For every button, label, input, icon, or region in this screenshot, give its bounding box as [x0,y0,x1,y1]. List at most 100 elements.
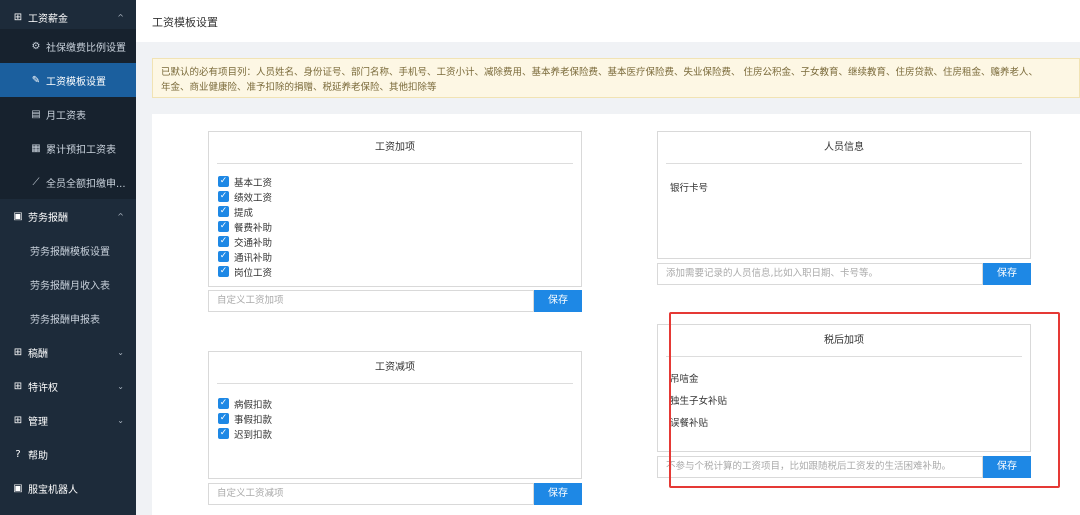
question-icon: ? [15,448,21,460]
sidebar-item-label: 工资模板设置 [46,76,106,88]
sidebar-group-label: 管理 [28,416,48,428]
sidebar-group-label: 特许权 [28,382,58,394]
sidebar-item-full-withholding[interactable]: ⟋ 全员全额扣缴申... [0,165,136,199]
sidebar-item-social-insurance[interactable]: ⚙ 社保缴费比例设置 [0,29,136,63]
check-icon: ✓ [218,398,229,409]
sidebar-group-label: 服宝机器人 [28,484,78,496]
checkbox-item[interactable]: ✓ 事假扣款 [218,411,272,426]
sidebar-item-label: 全员全额扣缴申... [46,178,126,190]
checkbox-item[interactable]: ✓ 提成 [218,204,272,219]
sidebar-item-label: 劳务报酬月收入表 [30,280,110,292]
grid-icon: ⊞ [13,346,23,358]
salary-add-save-button[interactable]: 保存 [534,290,582,312]
salary-add-list: ✓ 基本工资 ✓ 绩效工资 ✓ 提成 ✓ 餐费补助 ✓ 交通补助 ✓ 通讯补助 ✓ 岗位工资 [218,174,272,279]
page-header: 工资模板设置 [136,0,1080,42]
checkbox-item[interactable]: ✓ 交通补助 [218,234,272,249]
sidebar: ⊞ 工资薪金 ^ ⚙ 社保缴费比例设置 ✎ 工资模板设置 ▤ 月工资表 ▦ 累计… [0,0,136,515]
salary-deduct-list: ✓ 病假扣款 ✓ 事假扣款 ✓ 迟到扣款 [218,396,272,441]
person-info-input[interactable]: 添加需要记录的人员信息,比如入职日期、卡号等。 [657,263,983,285]
sidebar-group-manage[interactable]: ⊞ 管理 ⌄ [0,403,136,437]
sidebar-group-label: 帮助 [28,450,48,462]
salary-deduct-input[interactable]: 自定义工资减项 [208,483,534,505]
checkbox-label: 绩效工资 [234,192,273,204]
sidebar-item-label: 劳务报酬申报表 [30,314,100,326]
person-info-list: 银行卡号 [670,180,708,194]
check-icon: ✓ [218,236,229,247]
main-area: 工资模板设置 已默认的必有项目列：人员姓名、身份证号、部门名称、手机号、工资小计… [136,0,1080,515]
check-icon: ✓ [218,176,229,187]
sidebar-item-monthly-salary[interactable]: ▤ 月工资表 [0,97,136,131]
grid-icon: ⊞ [13,414,23,426]
sidebar-item-cumulative-salary[interactable]: ▦ 累计预扣工资表 [0,131,136,165]
checkbox-label: 事假扣款 [234,414,273,426]
salary-deduct-panel: 工资减项 ✓ 病假扣款 ✓ 事假扣款 ✓ 迟到扣款 [208,351,582,479]
bar-chart-icon: ▤ [31,108,41,120]
panel-title: 工资加项 [217,132,573,164]
checkbox-label: 迟到扣款 [234,429,273,441]
check-icon: ✓ [218,206,229,217]
doc-icon: ▣ [13,210,23,222]
checkbox-label: 通讯补助 [234,252,273,264]
checkbox-item[interactable]: ✓ 病假扣款 [218,396,272,411]
sidebar-group-label: 稿酬 [28,348,48,360]
check-icon: ✓ [218,428,229,439]
check-icon: ✓ [218,191,229,202]
checkbox-label: 交通补助 [234,237,273,249]
chevron-up-icon: ^ [117,12,124,22]
sidebar-group-label: 工资薪金 [28,13,68,25]
sidebar-group-franchise[interactable]: ⊞ 特许权 ⌄ [0,369,136,403]
notice-text-line1: 已默认的必有项目列：人员姓名、身份证号、部门名称、手机号、工资小计、减除费用、基… [161,67,1039,78]
robot-icon: ▣ [13,482,23,494]
check-icon: ✓ [218,251,229,262]
chevron-down-icon: ⌄ [117,347,124,357]
checkbox-item[interactable]: ✓ 岗位工资 [218,264,272,279]
chevron-down-icon: ⌄ [117,415,124,425]
checkbox-item[interactable]: ✓ 餐费补助 [218,219,272,234]
checkbox-item[interactable]: ✓ 基本工资 [218,174,272,189]
person-info-save-button[interactable]: 保存 [983,263,1031,285]
chevron-up-icon: ^ [117,211,124,221]
checkbox-item[interactable]: ✓ 迟到扣款 [218,426,272,441]
sidebar-item-robot[interactable]: ▣ 服宝机器人 [0,471,136,505]
sidebar-item-label: 社保缴费比例设置 [46,42,126,54]
edit-icon: ✎ [31,74,41,86]
chevron-down-icon: ⌄ [117,381,124,391]
sidebar-item-help[interactable]: ? 帮助 [0,437,136,471]
sidebar-item-labor-template[interactable]: 劳务报酬模板设置 [0,233,136,267]
check-icon: ✓ [218,266,229,277]
person-info-input-row: 添加需要记录的人员信息,比如入职日期、卡号等。 保存 [657,263,1031,285]
sidebar-item-label: 累计预扣工资表 [46,144,116,156]
checkbox-item[interactable]: ✓ 绩效工资 [218,189,272,204]
grid-icon: ⊞ [13,11,23,23]
checkbox-label: 提成 [234,207,254,219]
sidebar-item-label: 月工资表 [46,110,86,122]
checkbox-label: 病假扣款 [234,399,273,411]
sidebar-item-salary-template[interactable]: ✎ 工资模板设置 [0,63,136,97]
notice-banner: 已默认的必有项目列：人员姓名、身份证号、部门名称、手机号、工资小计、减除费用、基… [152,58,1080,98]
table-icon: ▦ [31,142,41,154]
checkbox-label: 岗位工资 [234,267,273,279]
page-title: 工资模板设置 [152,16,218,29]
sidebar-item-label: 劳务报酬模板设置 [30,246,110,258]
person-info-panel: 人员信息 银行卡号 [657,131,1031,259]
gear-icon: ⚙ [31,40,41,52]
salary-add-input-row: 自定义工资加项 保存 [208,290,582,312]
notice-text-line2: 年金、商业健康险、准予扣除的捐赠、税延养老保险、其他扣除等 [161,82,437,93]
content-card: 工资加项 ✓ 基本工资 ✓ 绩效工资 ✓ 提成 ✓ 餐费补助 ✓ 交通补助 ✓ 通讯补助 ✓… [152,114,1080,515]
checkbox-label: 餐费补助 [234,222,273,234]
sidebar-group-labor[interactable]: ▣ 劳务报酬 ^ [0,199,136,233]
sidebar-item-labor-report[interactable]: 劳务报酬申报表 [0,301,136,335]
sidebar-group-royalty[interactable]: ⊞ 稿酬 ⌄ [0,335,136,369]
salary-add-panel: 工资加项 ✓ 基本工资 ✓ 绩效工资 ✓ 提成 ✓ 餐费补助 ✓ 交通补助 ✓ 通讯补助 ✓… [208,131,582,287]
trend-icon: ⟋ [32,176,40,188]
sidebar-item-labor-monthly[interactable]: 劳务报酬月收入表 [0,267,136,301]
salary-deduct-input-row: 自定义工资减项 保存 [208,483,582,505]
checkbox-item[interactable]: ✓ 通讯补助 [218,249,272,264]
grid-icon: ⊞ [13,380,23,392]
list-item: 银行卡号 [670,183,709,194]
check-icon: ✓ [218,221,229,232]
salary-add-input[interactable]: 自定义工资加项 [208,290,534,312]
highlight-box [669,312,1060,488]
salary-deduct-save-button[interactable]: 保存 [534,483,582,505]
check-icon: ✓ [218,413,229,424]
